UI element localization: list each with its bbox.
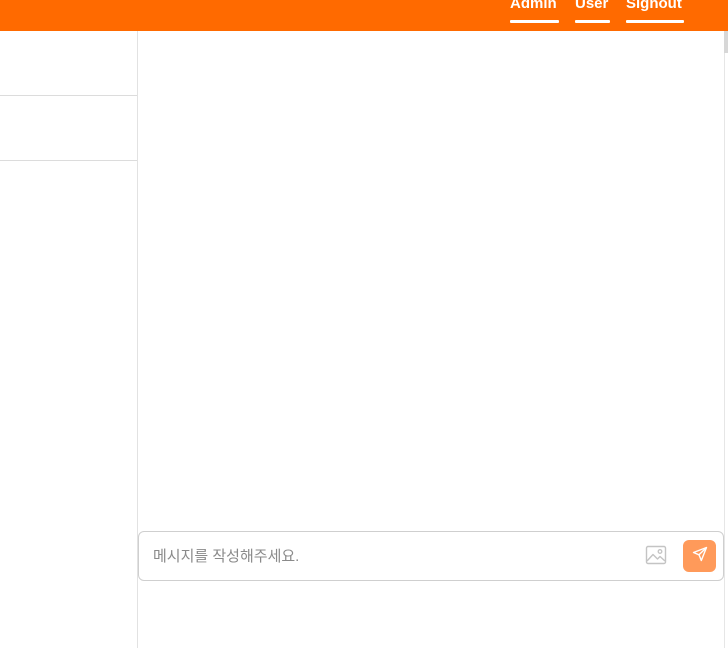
scrollbar-track[interactable] bbox=[724, 31, 728, 648]
nav-signout-link[interactable]: Signout bbox=[626, 0, 684, 24]
scrollbar-thumb[interactable] bbox=[724, 31, 728, 53]
nav-signout-label: Signout bbox=[626, 0, 682, 12]
message-composer bbox=[138, 531, 724, 581]
conversation-sidebar bbox=[0, 31, 138, 648]
top-navbar: Admin User Signout bbox=[0, 0, 728, 31]
nav-signout-underline bbox=[626, 20, 684, 23]
nav-admin-label: Admin bbox=[510, 0, 557, 12]
attach-image-button[interactable] bbox=[644, 545, 668, 569]
nav-user-underline bbox=[575, 20, 610, 23]
send-icon bbox=[692, 546, 708, 567]
nav-user-link[interactable]: User bbox=[575, 0, 610, 24]
conversation-list-item[interactable] bbox=[0, 31, 137, 96]
image-icon bbox=[645, 545, 667, 570]
send-button[interactable] bbox=[683, 540, 716, 572]
conversation-list-item[interactable] bbox=[0, 96, 137, 161]
message-input[interactable] bbox=[153, 541, 633, 571]
nav-admin-underline bbox=[510, 20, 559, 23]
nav-user-label: User bbox=[575, 0, 609, 12]
nav-admin-link[interactable]: Admin bbox=[510, 0, 559, 24]
